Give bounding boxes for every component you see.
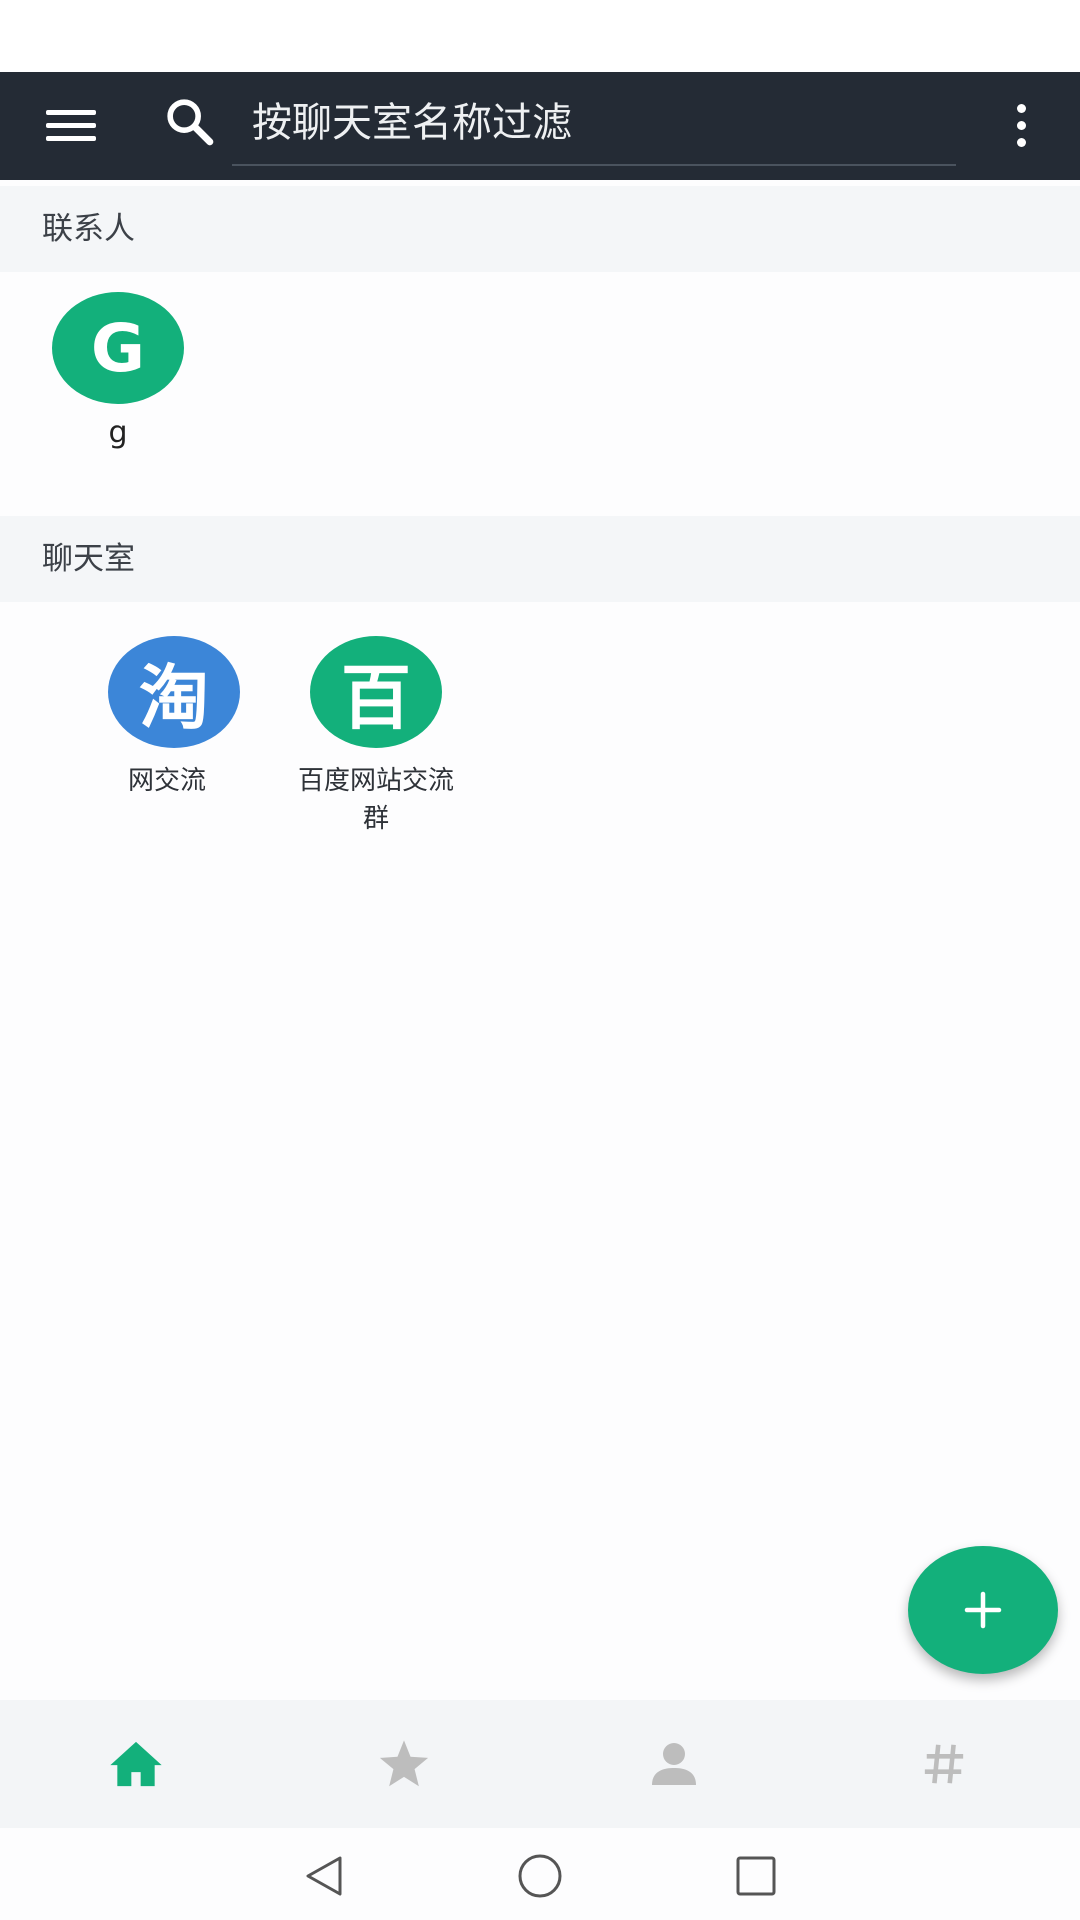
contacts-section-header: 联系人	[0, 186, 1080, 272]
search-icon[interactable]	[162, 94, 218, 150]
room-filter-input[interactable]	[232, 86, 956, 166]
contacts-list: G g	[0, 272, 1080, 512]
plus-icon	[964, 1591, 1002, 1629]
rooms-section-header: 聊天室	[0, 516, 1080, 602]
status-bar	[0, 0, 1080, 72]
recents-icon[interactable]	[728, 1848, 784, 1904]
nav-channels-tab[interactable]	[912, 1732, 976, 1796]
nav-contacts-tab[interactable]	[642, 1732, 706, 1796]
avatar-text: G	[90, 309, 146, 387]
avatar-text: 百	[341, 656, 411, 739]
menu-icon[interactable]	[46, 102, 100, 150]
avatar-text: 淘	[139, 656, 209, 739]
person-icon	[652, 1743, 696, 1785]
avatar: G	[52, 292, 184, 404]
room-tile-2[interactable]: 百 百度网站交流 群	[276, 636, 476, 838]
home-icon	[110, 1741, 162, 1787]
hash-icon	[924, 1744, 964, 1784]
app-bar	[0, 72, 1080, 180]
create-fab-button[interactable]	[908, 1546, 1058, 1674]
avatar: 百	[310, 636, 442, 748]
nav-favorites-tab[interactable]	[372, 1732, 436, 1796]
rooms-list: 淘 网交流 百 百度网站交流 群	[0, 602, 1080, 862]
contact-label: g	[108, 415, 128, 450]
more-vert-icon[interactable]	[1004, 96, 1040, 156]
bottom-navigation	[0, 1700, 1080, 1828]
home-circle-icon[interactable]	[512, 1848, 568, 1904]
system-navigation-bar	[0, 1828, 1080, 1920]
room-tile-1[interactable]: 淘 网交流	[74, 636, 274, 800]
back-icon[interactable]	[296, 1848, 352, 1904]
nav-home-tab[interactable]	[104, 1732, 168, 1796]
room-label-line1: 百度网站交流	[297, 766, 454, 796]
room-label: 网交流	[128, 766, 207, 796]
avatar: 淘	[108, 636, 240, 748]
star-icon	[379, 1740, 429, 1787]
room-label-line2: 群	[362, 804, 389, 834]
contact-tile-g[interactable]: G g	[50, 292, 186, 452]
